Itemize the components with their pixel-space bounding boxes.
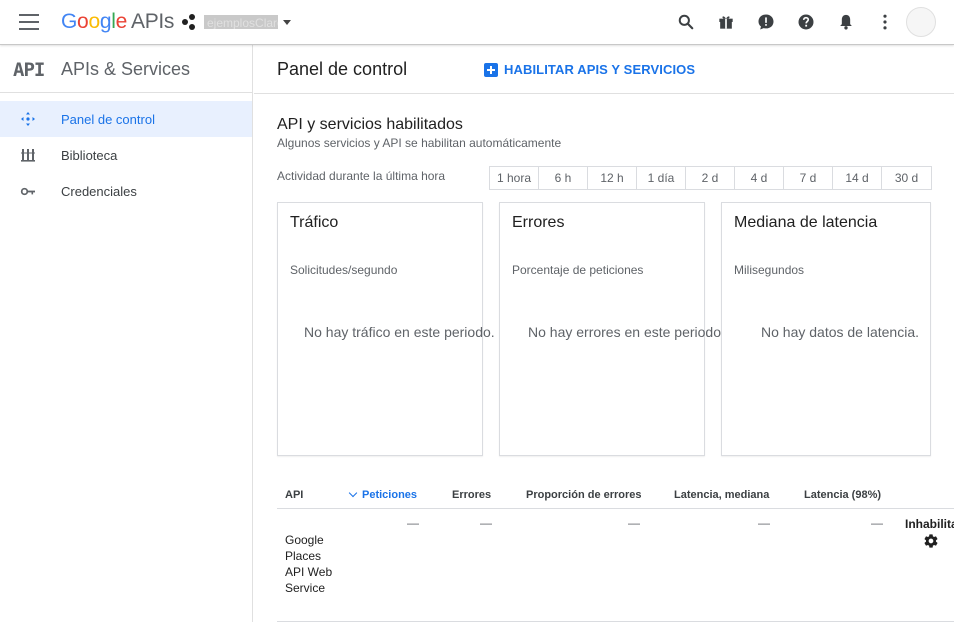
main-header: Panel de control HABILITAR APIS Y SERVIC… (254, 45, 954, 94)
requests-value: — (407, 516, 419, 530)
traffic-card: Tráfico Solicitudes/segundo No hay tráfi… (277, 202, 495, 456)
disable-api-link[interactable]: Inhabilitar (905, 517, 954, 531)
col-requests[interactable]: Peticiones (348, 488, 417, 501)
range-2-d[interactable]: 2 d (686, 167, 735, 189)
range-4-d[interactable]: 4 d (735, 167, 784, 189)
dashboard-icon (21, 112, 35, 126)
project-selector[interactable]: ejemplosClaros (182, 11, 291, 33)
help-icon[interactable] (796, 12, 816, 32)
feedback-alert-icon[interactable] (756, 12, 776, 32)
sort-desc-icon (348, 488, 358, 498)
project-icon (182, 14, 198, 30)
card-title: Mediana de latencia (734, 214, 878, 231)
latency-98-value: — (871, 516, 883, 530)
api-name-link[interactable]: Google Places API Web Service (285, 532, 337, 596)
card-subtitle: Porcentaje de peticiones (512, 263, 644, 277)
col-latency-median[interactable]: Latencia, mediana (674, 489, 769, 501)
hamburger-menu-icon[interactable] (19, 14, 39, 30)
project-name: ejemplosClaros (204, 15, 278, 29)
card-subtitle: Milisegundos (734, 263, 805, 277)
page-title: Panel de control (277, 59, 408, 79)
latency-card: Mediana de latencia Milisegundos No hay … (721, 202, 931, 456)
api-badge: API (13, 59, 45, 81)
activity-label: Actividad durante la última hora (277, 169, 446, 183)
sidebar-item-panel-de-control[interactable]: Panel de control (0, 101, 252, 137)
top-app-bar: GoogleAPIs ejemplosClaros (0, 0, 954, 45)
sidebar-item-label: Biblioteca (61, 148, 118, 163)
error-ratio-value: — (628, 516, 640, 530)
section-title: API y servicios habilitados (277, 116, 463, 133)
gift-icon[interactable] (716, 12, 736, 32)
card-empty-message: No hay datos de latencia. (761, 324, 919, 340)
sidebar-header: API APIs & Services (0, 45, 252, 93)
sidebar-item-credenciales[interactable]: Credenciales (0, 173, 252, 209)
enable-apis-label: HABILITAR APIS Y SERVICIOS (504, 62, 696, 77)
latency-median-value: — (758, 516, 770, 530)
google-apis-logo[interactable]: Google APIs (61, 10, 174, 34)
chevron-down-icon (283, 19, 291, 25)
search-icon[interactable] (676, 12, 696, 32)
range-1-dia[interactable]: 1 día (637, 167, 686, 189)
settings-gear-icon[interactable] (923, 533, 939, 549)
col-error-ratio[interactable]: Proporción de errores (526, 489, 642, 501)
range-14-d[interactable]: 14 d (833, 167, 882, 189)
sidebar-title: APIs & Services (61, 59, 191, 79)
sidebar-item-label: Credenciales (61, 184, 137, 199)
sidebar: API APIs & Services Panel de control Bib… (0, 45, 253, 622)
card-subtitle: Solicitudes/segundo (290, 263, 398, 277)
time-range-selector: 1 hora 6 h 12 h 1 día 2 d 4 d 7 d 14 d 3… (489, 166, 932, 190)
range-7-d[interactable]: 7 d (784, 167, 833, 189)
range-1-hora[interactable]: 1 hora (490, 167, 539, 189)
api-table-header: API Peticiones Errores Proporción de err… (277, 485, 954, 509)
range-12-h[interactable]: 12 h (588, 167, 637, 189)
col-errors[interactable]: Errores (452, 489, 491, 501)
key-icon (20, 187, 35, 196)
library-icon (21, 149, 35, 162)
main-content: Panel de control HABILITAR APIS Y SERVIC… (254, 45, 954, 622)
card-empty-message: No hay tráfico en este periodo. (304, 324, 495, 340)
sidebar-item-label: Panel de control (61, 112, 155, 127)
table-row: Google Places API Web Service — — — — — … (277, 510, 954, 622)
add-icon (484, 62, 498, 77)
sidebar-item-biblioteca[interactable]: Biblioteca (0, 137, 252, 173)
errors-card: Errores Porcentaje de peticiones No hay … (499, 202, 725, 456)
range-30-d[interactable]: 30 d (882, 167, 931, 189)
enable-apis-button[interactable]: HABILITAR APIS Y SERVICIOS (484, 62, 695, 77)
account-avatar[interactable] (906, 7, 936, 37)
card-title: Tráfico (290, 214, 339, 231)
range-6-h[interactable]: 6 h (539, 167, 588, 189)
col-api[interactable]: API (285, 489, 303, 501)
errors-value: — (480, 516, 492, 530)
section-subtitle: Algunos servicios y API se habilitan aut… (277, 136, 562, 150)
card-empty-message: No hay errores en este periodo. (528, 324, 725, 340)
col-latency-98[interactable]: Latencia (98%) (804, 489, 881, 501)
card-title: Errores (512, 214, 565, 231)
more-vert-icon[interactable] (875, 12, 895, 32)
notifications-icon[interactable] (836, 12, 856, 32)
